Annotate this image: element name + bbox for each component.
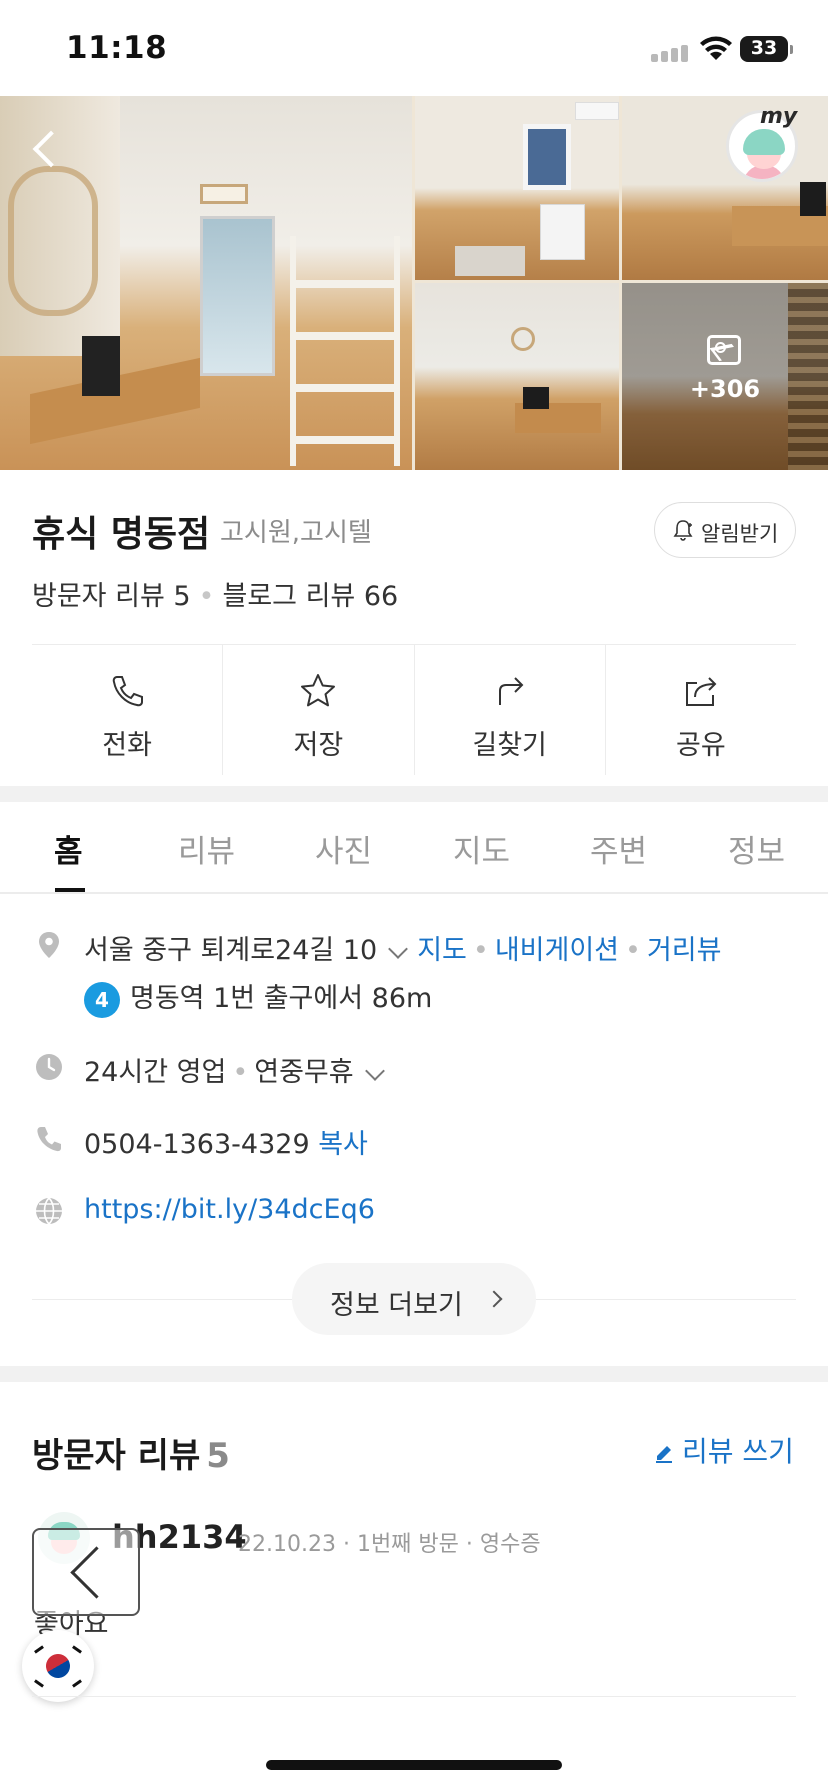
globe-icon	[36, 1197, 62, 1225]
visitor-review-link[interactable]: 방문자 리뷰 5	[32, 581, 191, 612]
bell-icon	[673, 520, 693, 541]
call-label: 전화	[102, 730, 152, 761]
image-icon	[707, 335, 741, 365]
blog-review-link[interactable]: 블로그 리뷰 66	[222, 581, 398, 612]
website-link[interactable]: https://bit.ly/34dcEq6	[84, 1194, 375, 1225]
more-info-label: 정보 더보기	[330, 1290, 463, 1321]
review-count: 5	[206, 1436, 230, 1476]
subway-text: 명동역 1번 출구에서 86m	[130, 983, 433, 1014]
directions-button[interactable]: 길찾기	[413, 645, 605, 775]
battery-level: 33	[750, 37, 778, 59]
star-icon	[301, 674, 336, 707]
call-button[interactable]: 전화	[32, 645, 222, 775]
directions-label: 길찾기	[472, 730, 547, 761]
tab-info[interactable]: 정보	[728, 826, 785, 871]
chevron-right-icon	[485, 1290, 503, 1308]
more-photos-count: +306	[689, 375, 761, 403]
home-indicator[interactable]	[266, 1760, 562, 1770]
share-label: 공유	[676, 730, 726, 761]
map-link[interactable]: 지도	[417, 935, 467, 966]
review-summary: 방문자 리뷰 5 • 블로그 리뷰 66	[32, 581, 399, 612]
pencil-icon	[656, 1446, 672, 1463]
website-row: https://bit.ly/34dcEq6	[84, 1194, 375, 1225]
phone-icon	[37, 1127, 61, 1152]
more-info-button[interactable]: 정보 더보기	[292, 1263, 536, 1335]
my-label: my	[760, 104, 798, 129]
gallery-photo[interactable]	[415, 96, 619, 280]
review-meta: 22.10.23 · 1번째 방문 · 영수증	[238, 1532, 541, 1557]
navigation-link[interactable]: 내비게이션	[495, 935, 619, 966]
address-row: 서울 중구 퇴계로24길 10 지도 • 내비게이션 • 거리뷰	[84, 935, 722, 966]
chevron-down-icon[interactable]	[364, 1060, 385, 1081]
gallery-photo[interactable]	[415, 283, 619, 470]
address-text: 서울 중구 퇴계로24길 10	[84, 935, 378, 966]
language-flag-button[interactable]	[22, 1630, 94, 1702]
phone-number[interactable]: 0504-1363-4329	[84, 1129, 310, 1160]
tab-home[interactable]: 홈	[54, 826, 83, 871]
divider	[32, 1696, 796, 1697]
share-icon	[685, 677, 717, 706]
review-section-title: 방문자 리뷰 5	[32, 1428, 230, 1477]
status-time: 11:18	[66, 30, 168, 66]
section-gap	[0, 786, 828, 802]
phone-icon	[112, 676, 144, 707]
location-pin-icon	[39, 932, 59, 958]
tab-map[interactable]: 지도	[453, 826, 510, 871]
save-label: 저장	[293, 730, 344, 761]
section-gap	[0, 1366, 828, 1382]
place-name: 휴식 명동점	[32, 514, 211, 555]
action-bar: 전화 저장 길찾기 공유	[32, 645, 796, 775]
korea-flag-icon	[41, 1649, 75, 1683]
phone-row: 0504-1363-4329 복사	[84, 1122, 368, 1161]
floating-back-button[interactable]	[32, 1528, 140, 1616]
chevron-down-icon[interactable]	[388, 938, 409, 959]
place-category: 고시원,고시텔	[220, 518, 372, 548]
directions-icon	[498, 677, 524, 705]
subway-line-badge: 4	[84, 981, 120, 1018]
hours-text: 24시간 영업	[84, 1057, 227, 1088]
review-title-text: 방문자 리뷰	[32, 1436, 201, 1476]
tab-review[interactable]: 리뷰	[178, 826, 235, 871]
back-button[interactable]	[26, 124, 66, 174]
notification-button[interactable]: 알림받기	[654, 502, 796, 558]
wifi-icon	[700, 36, 732, 60]
hours-row[interactable]: 24시간 영업 • 연중무휴	[84, 1050, 394, 1089]
notification-label: 알림받기	[701, 522, 779, 546]
subway-row: 4 명동역 1번 출구에서 86m	[84, 976, 432, 1018]
tab-bar: 홈 리뷰 사진 지도 주변 정보	[0, 802, 828, 894]
battery-icon: 33	[740, 36, 793, 62]
active-tab-indicator	[55, 888, 85, 892]
copy-button[interactable]: 복사	[318, 1129, 368, 1160]
status-bar: 11:18 33	[0, 0, 828, 96]
more-photos-button[interactable]: +306	[622, 283, 828, 470]
clock-icon	[36, 1054, 62, 1080]
save-button[interactable]: 저장	[222, 645, 413, 775]
cellular-signal-icon	[651, 44, 691, 62]
share-button[interactable]: 공유	[604, 645, 796, 775]
tab-photo[interactable]: 사진	[315, 826, 372, 871]
street-view-link[interactable]: 거리뷰	[647, 935, 722, 966]
photo-gallery: +306	[0, 96, 828, 470]
write-review-button[interactable]: 리뷰 쓰기	[654, 1430, 794, 1470]
holiday-text: 연중무휴	[254, 1057, 354, 1088]
tab-nearby[interactable]: 주변	[590, 826, 647, 871]
write-review-label: 리뷰 쓰기	[682, 1435, 794, 1468]
